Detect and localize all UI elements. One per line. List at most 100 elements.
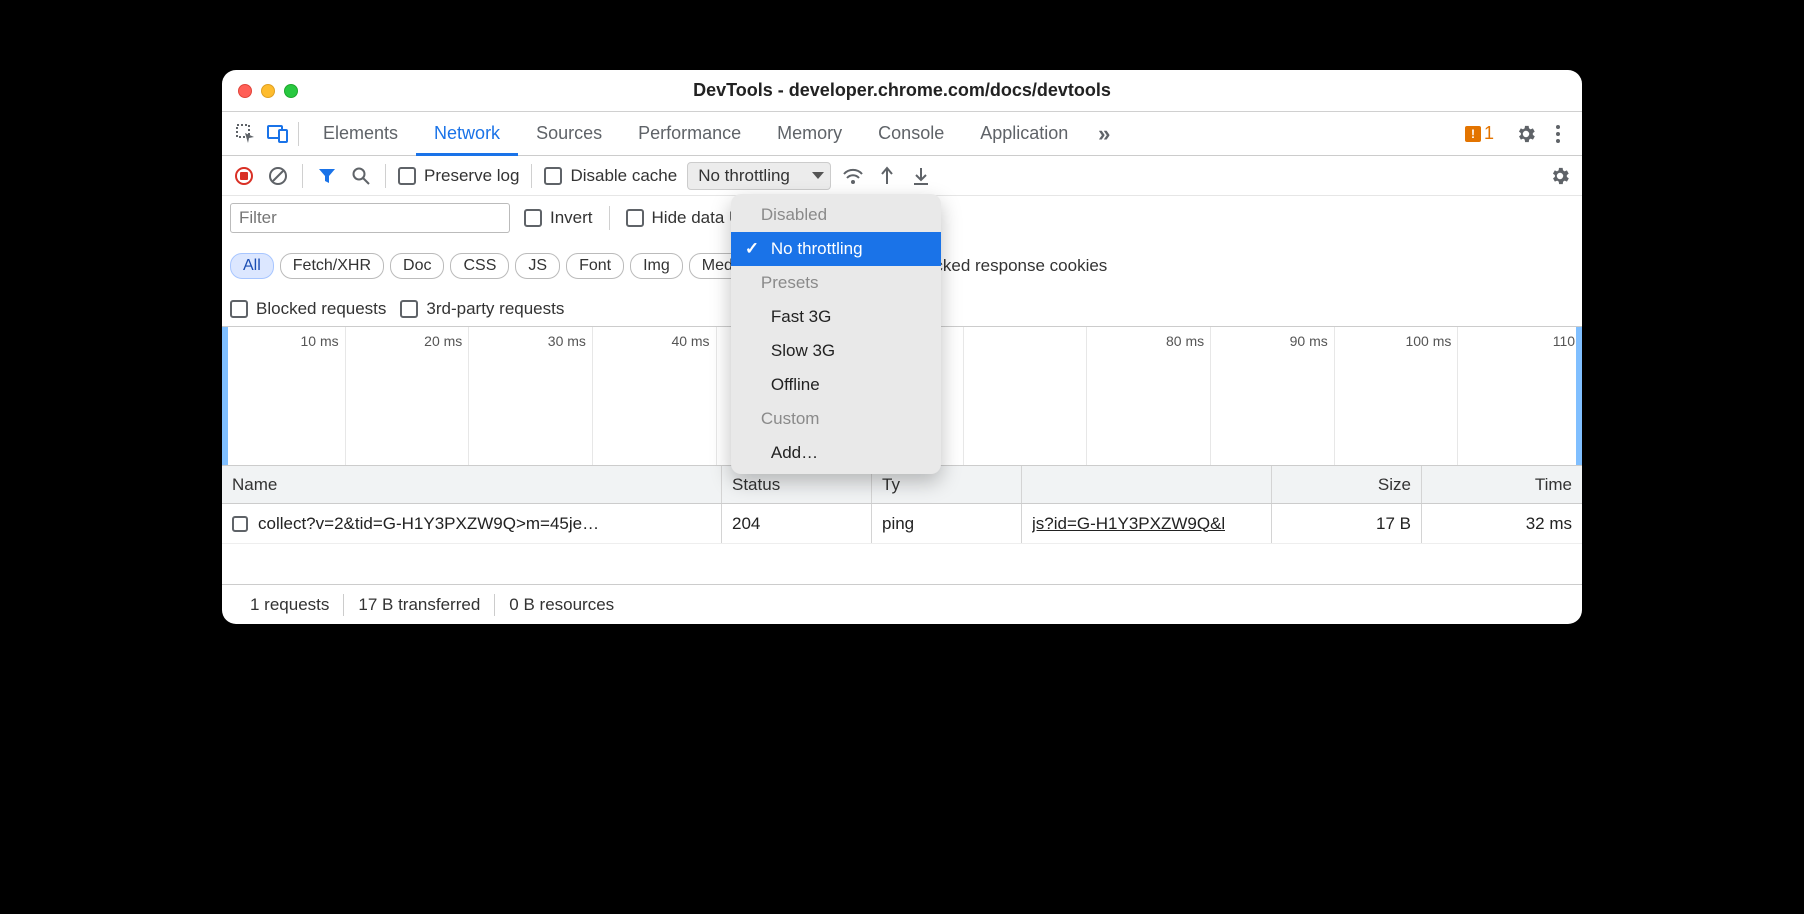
status-bar: 1 requests 17 B transferred 0 B resource…: [222, 584, 1582, 624]
row-checkbox-icon[interactable]: [232, 516, 248, 532]
type-filter-fetchxhr[interactable]: Fetch/XHR: [280, 253, 384, 279]
tab-memory[interactable]: Memory: [759, 112, 860, 156]
divider: [531, 164, 532, 188]
col-initiator[interactable]: [1022, 466, 1272, 503]
throttling-select[interactable]: No throttling: [687, 162, 831, 190]
status-requests: 1 requests: [236, 595, 343, 615]
divider: [298, 122, 299, 146]
dropdown-item-no-throttling[interactable]: No throttling: [731, 232, 941, 266]
checkbox-icon: [524, 209, 542, 227]
kebab-menu-icon[interactable]: [1544, 120, 1572, 148]
third-party-checkbox[interactable]: 3rd-party requests: [400, 299, 564, 319]
divider: [302, 164, 303, 188]
export-har-icon[interactable]: [909, 164, 933, 188]
timeline-tick: 80 ms: [1087, 327, 1211, 465]
devtools-window: DevTools - developer.chrome.com/docs/dev…: [222, 70, 1582, 624]
network-conditions-icon[interactable]: [841, 164, 865, 188]
timeline-tick-label: 90 ms: [1290, 333, 1328, 349]
tab-sources[interactable]: Sources: [518, 112, 620, 156]
timeline-handle-right[interactable]: [1576, 327, 1582, 465]
filter-input[interactable]: [230, 203, 510, 233]
disable-cache-checkbox[interactable]: Disable cache: [544, 166, 677, 186]
timeline-tick: 10 ms: [222, 327, 346, 465]
tab-console[interactable]: Console: [860, 112, 962, 156]
status-resources: 0 B resources: [495, 595, 628, 615]
dropdown-item-offline[interactable]: Offline: [731, 368, 941, 402]
network-settings-gear-icon[interactable]: [1548, 164, 1572, 188]
cell-type: ping: [872, 504, 1022, 543]
zoom-window-button[interactable]: [284, 84, 298, 98]
tab-performance[interactable]: Performance: [620, 112, 759, 156]
cell-name: collect?v=2&tid=G-H1Y3PXZW9Q>m=45je…: [222, 504, 722, 543]
blocked-requests-label: Blocked requests: [256, 299, 386, 319]
settings-gear-icon[interactable]: [1512, 120, 1540, 148]
type-filter-js[interactable]: JS: [515, 253, 560, 279]
import-har-icon[interactable]: [875, 164, 899, 188]
tab-elements[interactable]: Elements: [305, 112, 416, 156]
timeline-tick: 100 ms: [1335, 327, 1459, 465]
more-tabs-icon[interactable]: »: [1090, 120, 1118, 148]
invert-checkbox[interactable]: Invert: [524, 208, 593, 228]
close-window-button[interactable]: [238, 84, 252, 98]
dropdown-group-disabled: Disabled: [731, 198, 941, 232]
window-controls: [238, 84, 298, 98]
minimize-window-button[interactable]: [261, 84, 275, 98]
dropdown-item-fast-3g[interactable]: Fast 3G: [731, 300, 941, 334]
timeline-tick: 40 ms: [593, 327, 717, 465]
blocked-requests-checkbox[interactable]: Blocked requests: [230, 299, 386, 319]
device-toolbar-icon[interactable]: [264, 120, 292, 148]
timeline-tick-label: 100 ms: [1405, 333, 1451, 349]
checkbox-icon: [230, 300, 248, 318]
divider: [385, 164, 386, 188]
requests-table-body: collect?v=2&tid=G-H1Y3PXZW9Q>m=45je…204p…: [222, 504, 1582, 584]
timeline-tick-label: 20 ms: [424, 333, 462, 349]
warning-icon: !: [1465, 126, 1481, 142]
filter-toggle-icon[interactable]: [315, 164, 339, 188]
throttling-dropdown: Disabled No throttling Presets Fast 3G S…: [731, 194, 941, 474]
disable-cache-label: Disable cache: [570, 166, 677, 186]
cell-initiator[interactable]: js?id=G-H1Y3PXZW9Q&l: [1022, 504, 1272, 543]
checkbox-icon: [544, 167, 562, 185]
issues-count: 1: [1484, 123, 1494, 144]
type-filter-font[interactable]: Font: [566, 253, 624, 279]
cell-size: 17 B: [1272, 504, 1422, 543]
third-party-label: 3rd-party requests: [426, 299, 564, 319]
issues-badge[interactable]: ! 1: [1465, 123, 1494, 144]
inspect-element-icon[interactable]: [232, 120, 260, 148]
clear-button[interactable]: [266, 164, 290, 188]
timeline-tick: 20 ms: [346, 327, 470, 465]
col-name[interactable]: Name: [222, 466, 722, 503]
table-row[interactable]: collect?v=2&tid=G-H1Y3PXZW9Q>m=45je…204p…: [222, 504, 1582, 544]
record-button[interactable]: [232, 164, 256, 188]
type-filter-doc[interactable]: Doc: [390, 253, 444, 279]
col-size[interactable]: Size: [1272, 466, 1422, 503]
checkbox-icon: [626, 209, 644, 227]
type-filter-css[interactable]: CSS: [450, 253, 509, 279]
timeline-tick: 30 ms: [469, 327, 593, 465]
search-icon[interactable]: [349, 164, 373, 188]
dropdown-group-custom: Custom: [731, 402, 941, 436]
tab-network[interactable]: Network: [416, 112, 518, 156]
checkbox-icon: [398, 167, 416, 185]
chevron-down-icon: [812, 172, 824, 179]
tab-application[interactable]: Application: [962, 112, 1086, 156]
cell-time: 32 ms: [1422, 504, 1582, 543]
network-toolbar: Preserve log Disable cache No throttling: [222, 156, 1582, 196]
preserve-log-label: Preserve log: [424, 166, 519, 186]
type-filter-all[interactable]: All: [230, 253, 274, 279]
dropdown-item-add[interactable]: Add…: [731, 436, 941, 470]
timeline-tick: 90 ms: [1211, 327, 1335, 465]
col-time[interactable]: Time: [1422, 466, 1582, 503]
invert-label: Invert: [550, 208, 593, 228]
preserve-log-checkbox[interactable]: Preserve log: [398, 166, 519, 186]
cell-status: 204: [722, 504, 872, 543]
dropdown-item-slow-3g[interactable]: Slow 3G: [731, 334, 941, 368]
timeline-tick-label: 10 ms: [301, 333, 339, 349]
divider: [609, 206, 610, 230]
status-transferred: 17 B transferred: [344, 595, 494, 615]
checkbox-icon: [400, 300, 418, 318]
throttling-value: No throttling: [698, 166, 790, 186]
panel-tabs: ElementsNetworkSourcesPerformanceMemoryC…: [222, 112, 1582, 156]
type-filter-img[interactable]: Img: [630, 253, 683, 279]
timeline-tick-label: 30 ms: [548, 333, 586, 349]
